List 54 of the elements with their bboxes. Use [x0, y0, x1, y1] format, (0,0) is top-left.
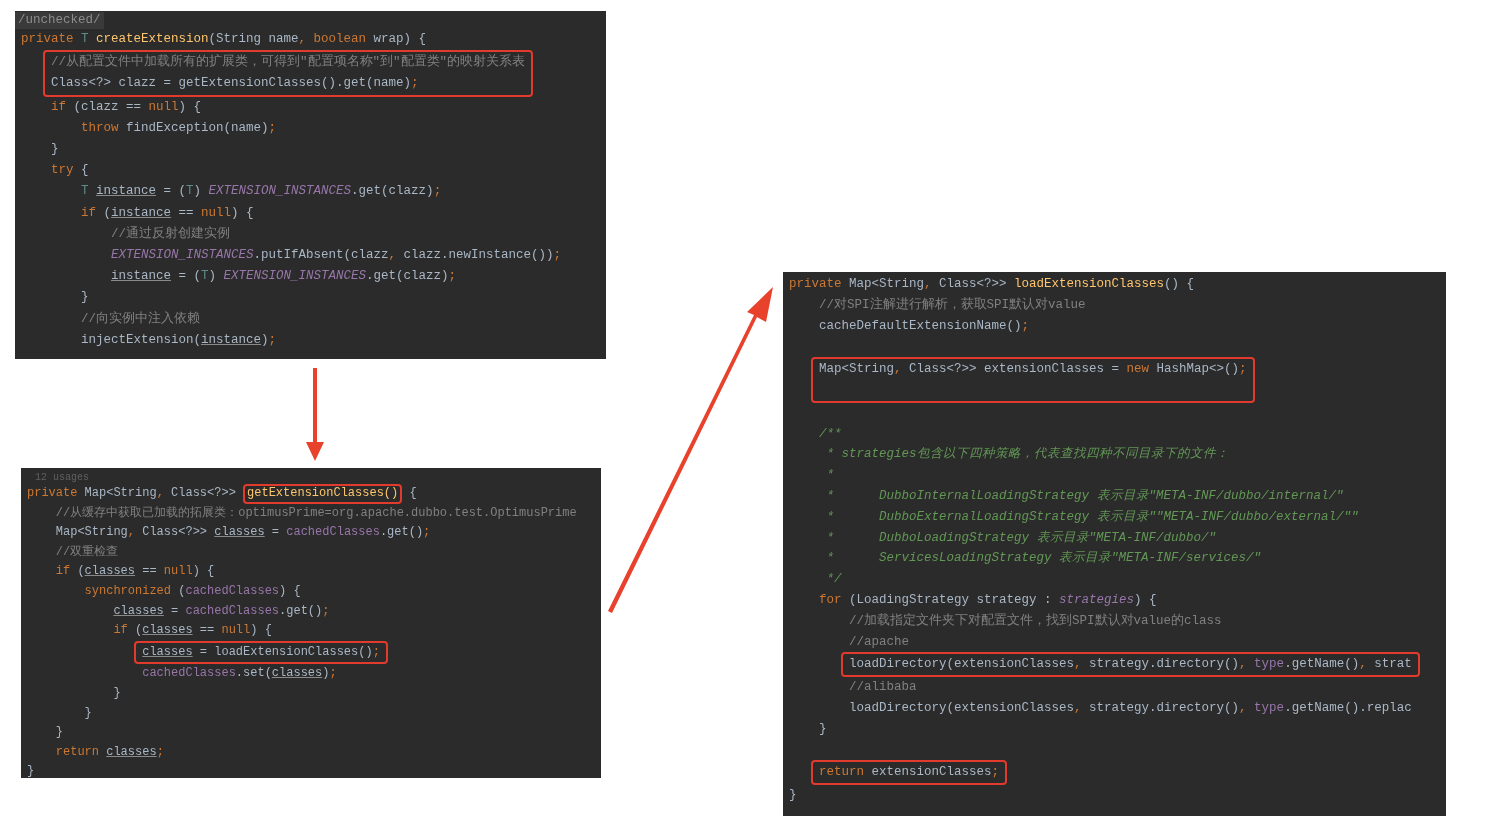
- code-line: }: [789, 787, 797, 805]
- code-line: //alibaba: [849, 679, 917, 697]
- code-line: * ServicesLoadingStrategy 表示目录"META-INF/services/": [826, 549, 1262, 568]
- code-line: Map<String, Class<?>> extensionClasses = new HashMap<>();: [819, 361, 1247, 379]
- code-line: *: [826, 467, 834, 485]
- code-line: if (instance == null) {: [81, 204, 254, 222]
- code-line: * DubboExternalLoadingStrategy 表示目录""META-INF/dubbo/external/"": [826, 508, 1359, 526]
- code-line: if (clazz == null) {: [51, 98, 202, 116]
- code-line: }: [81, 289, 89, 307]
- code-line: cachedClasses.set(classes);: [142, 665, 337, 683]
- code-line: cacheDefaultExtensionName();: [819, 317, 1030, 335]
- code-line: return classes;: [55, 743, 164, 761]
- highlighted-code: getExtensionClasses(): [243, 484, 403, 504]
- code-line: private T createExtension(String name, boolean wrap) {: [21, 31, 427, 48]
- code-line: try {: [51, 162, 89, 180]
- code-line: if (classes == null) {: [55, 563, 215, 581]
- code-text: private Map<String, Class<?>>: [27, 485, 237, 502]
- code-line: Map<String, Class<?>> classes = cachedClasses.get();: [55, 524, 431, 542]
- code-line: */: [826, 571, 842, 589]
- code-line: * DubboLoadingStrategy 表示目录"META-INF/dubbo/": [826, 529, 1217, 547]
- code-line: loadDirectory(extensionClasses, strategy.directory(), type.getName(), strat: [849, 656, 1412, 674]
- code-line: }: [51, 141, 59, 158]
- code-line: synchronized (cachedClasses) {: [84, 582, 301, 600]
- code-line: throw findException(name);: [81, 119, 277, 137]
- code-line: //从配置文件中加载所有的扩展类，可得到"配置项名称"到"配置类"的映射关系表: [51, 53, 525, 72]
- code-annotation: /unchecked/: [15, 12, 104, 29]
- code-line: classes = cachedClasses.get();: [113, 602, 330, 620]
- code-line: classes = loadExtensionClasses();: [142, 643, 380, 661]
- code-line: }: [84, 704, 92, 722]
- code-line: T instance = (T) EXTENSION_INSTANCES.get(clazz);: [81, 183, 442, 201]
- code-line: //向实例中注入依赖: [81, 310, 200, 328]
- code-line: * strategies包含以下四种策略，代表查找四种不同目录下的文件：: [826, 445, 1229, 464]
- code-line: /**: [819, 425, 842, 443]
- code-line: for (LoadingStrategy strategy : strategies) {: [819, 591, 1157, 609]
- code-text: {: [408, 485, 417, 502]
- code-line: //对SPI注解进行解析，获取SPI默认对value: [819, 296, 1086, 314]
- code-line: injectExtension(instance);: [81, 331, 277, 349]
- code-line: EXTENSION_INSTANCES.putIfAbsent(clazz, clazz.newInstance());: [111, 247, 562, 265]
- code-line: private Map<String, Class<?>> loadExtensionClasses() {: [789, 276, 1195, 293]
- code-line: return extensionClasses;: [819, 764, 1000, 782]
- code-line: //通过反射创建实例: [111, 225, 230, 243]
- code-line: }: [113, 684, 121, 702]
- code-line: instance = (T) EXTENSION_INSTANCES.get(clazz);: [111, 268, 457, 286]
- code-line: //加载指定文件夹下对配置文件，找到SPI默认对value的class: [849, 612, 1222, 630]
- code-line: //从缓存中获取已加载的拓展类：optimusPrime=org.apache.dubbo.test.OptimusPrime: [55, 504, 577, 522]
- code-line: //apache: [849, 633, 909, 651]
- code-line: Class<?> clazz = getExtensionClasses().get(name);: [51, 75, 419, 93]
- code-line: }: [819, 720, 827, 738]
- code-line: * DubboInternalLoadingStrategy 表示目录"META-INF/dubbo/internal/": [826, 487, 1344, 505]
- code-line: }: [27, 763, 35, 778]
- code-line: //双重检查: [55, 543, 119, 561]
- code-line: if (classes == null) {: [113, 622, 272, 640]
- code-line: loadDirectory(extensionClasses, strategy.directory(), type.getName().replac: [849, 699, 1412, 717]
- code-line: }: [55, 724, 63, 742]
